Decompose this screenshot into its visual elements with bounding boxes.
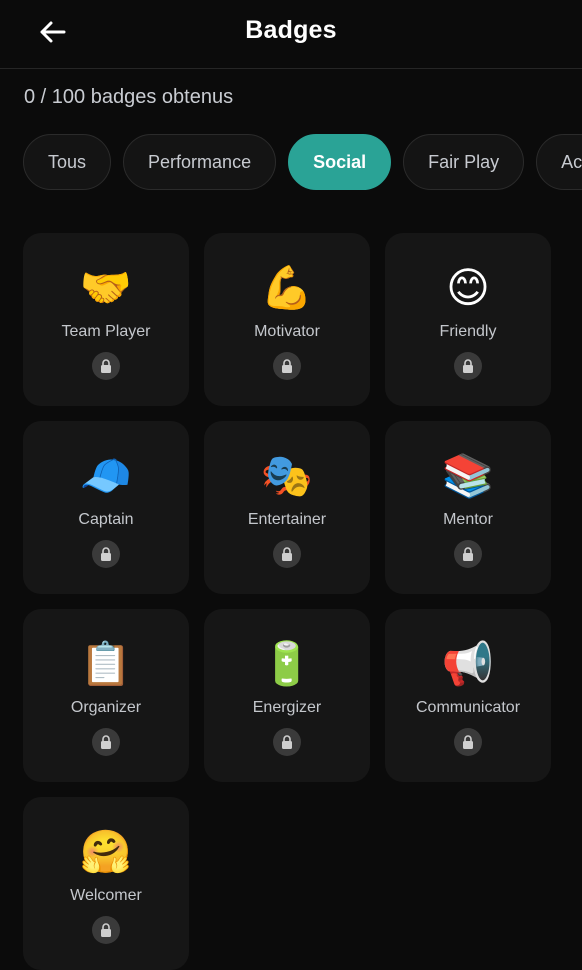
badge-card-communicator[interactable]: 📢 Communicator (385, 609, 551, 782)
lock-icon (92, 916, 120, 944)
lock-icon (92, 540, 120, 568)
badge-card-captain[interactable]: 🧢 Captain (23, 421, 189, 594)
tab-fair-play[interactable]: Fair Play (403, 134, 525, 190)
badge-label: Energizer (252, 699, 322, 716)
tab-performance[interactable]: Performance (123, 134, 277, 190)
badge-card-welcomer[interactable]: 🤗 Welcomer (23, 797, 189, 970)
lock-icon (273, 728, 301, 756)
badge-label: Organizer (70, 699, 142, 716)
theater-masks-icon: 🎭 (260, 452, 314, 499)
badge-card-friendly[interactable]: 😊 Friendly (385, 233, 551, 406)
badge-card-mentor[interactable]: 📚 Mentor (385, 421, 551, 594)
tab-partial[interactable]: Ac (536, 134, 582, 190)
books-icon: 📚 (441, 452, 495, 499)
badge-card-motivator[interactable]: 💪 Motivator (204, 233, 370, 406)
lock-icon (454, 352, 482, 380)
badge-grid: 🤝 Team Player 💪 Motivator 😊 Friendly 🧢 C… (23, 233, 553, 970)
lock-icon (273, 352, 301, 380)
lock-icon (92, 728, 120, 756)
badge-label: Welcomer (70, 887, 142, 904)
tab-social[interactable]: Social (288, 134, 392, 190)
badge-card-team-player[interactable]: 🤝 Team Player (23, 233, 189, 406)
cap-icon: 🧢 (79, 452, 133, 499)
hugging-face-icon: 🤗 (79, 828, 133, 875)
category-tabs: Tous Performance Social Fair Play Ac (23, 134, 582, 192)
battery-icon: 🔋 (260, 640, 314, 687)
badge-label: Team Player (61, 323, 151, 340)
flexed-biceps-icon: 💪 (260, 264, 314, 311)
tab-tous[interactable]: Tous (23, 134, 112, 190)
lock-icon (92, 352, 120, 380)
lock-icon (454, 728, 482, 756)
badge-card-entertainer[interactable]: 🎭 Entertainer (204, 421, 370, 594)
lock-icon (273, 540, 301, 568)
badge-count: 0 / 100 badges obtenus (24, 86, 234, 108)
page-title: Badges (245, 16, 337, 44)
clipboard-icon: 📋 (79, 640, 133, 687)
badge-label: Friendly (439, 323, 497, 340)
lock-icon (454, 540, 482, 568)
top-bar: Badges (0, 0, 582, 69)
badge-label: Entertainer (247, 511, 327, 528)
megaphone-icon: 📢 (441, 640, 495, 687)
badge-card-organizer[interactable]: 📋 Organizer (23, 609, 189, 782)
badge-label: Mentor (443, 511, 493, 528)
smiling-face-icon: 😊 (446, 264, 490, 311)
badge-label: Communicator (415, 699, 521, 716)
badge-card-energizer[interactable]: 🔋 Energizer (204, 609, 370, 782)
badge-label: Motivator (254, 323, 320, 340)
handshake-icon: 🤝 (79, 264, 133, 311)
badge-label: Captain (78, 511, 134, 528)
